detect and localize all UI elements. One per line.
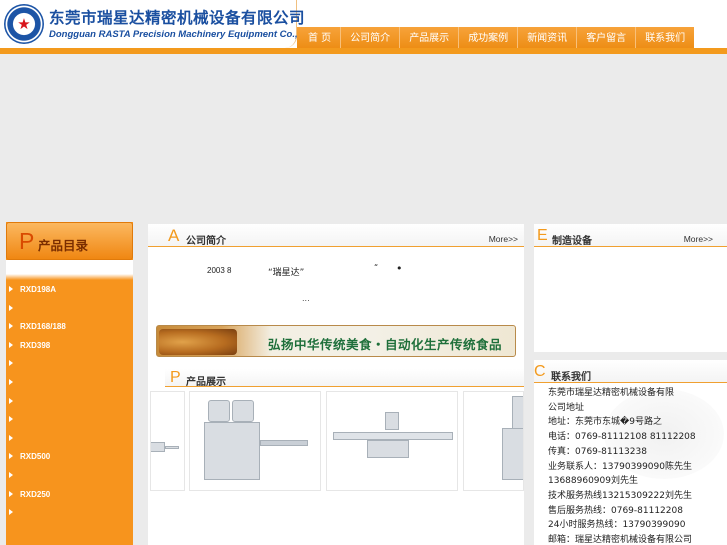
arrow-right-icon bbox=[9, 509, 13, 516]
products-initial: P bbox=[170, 369, 181, 386]
catalog-item[interactable] bbox=[6, 394, 133, 413]
contact-line: 公司地址 bbox=[548, 402, 585, 413]
right-sidebar: E 制造设备 More>> C 联系我们 东莞市瑞星达精密机械设备有限 公司地址… bbox=[534, 224, 727, 545]
about-quote-mark: “ bbox=[374, 263, 379, 272]
header: ★ 东莞市瑞星达精密机械设备有限公司 Dongguan RASTA Precis… bbox=[0, 0, 727, 52]
equipment-initial: E bbox=[537, 227, 548, 244]
about-more-link[interactable]: More>> bbox=[489, 234, 518, 244]
arrow-right-icon bbox=[9, 453, 13, 460]
catalog-header: P 产品目录 bbox=[6, 222, 133, 260]
arrow-right-icon bbox=[9, 323, 13, 330]
machine-image bbox=[151, 442, 165, 452]
slogan-banner[interactable]: 弘扬中华传统美食・自动化生产传统食品 bbox=[156, 325, 516, 357]
product-catalog-sidebar: P 产品目录 RXD198A RXD168/188 RXD398 RXD500 … bbox=[6, 222, 133, 545]
contact-section-header: C 联系我们 bbox=[534, 360, 727, 383]
contact-line: 东莞市瑞星达精密机械设备有限 bbox=[548, 388, 675, 398]
star-emblem-icon: ★ bbox=[4, 4, 44, 44]
arrow-right-icon bbox=[9, 471, 13, 478]
contact-info: 东莞市瑞星达精密机械设备有限 公司地址 地址：东莞市东城�9号路之 电话：076… bbox=[548, 386, 727, 545]
catalog-item[interactable] bbox=[6, 375, 133, 394]
section-spacer bbox=[534, 352, 727, 360]
catalog-item[interactable]: RXD198A bbox=[6, 282, 133, 301]
equipment-section-header: E 制造设备 More>> bbox=[534, 224, 727, 247]
arrow-right-icon bbox=[9, 416, 13, 423]
main-content: A 公司简介 More>> 2003 8 “瑞星达” “ • ... 弘扬中华传… bbox=[148, 224, 524, 545]
catalog-item[interactable] bbox=[6, 468, 133, 487]
machine-image-hopper bbox=[232, 400, 254, 422]
contact-title: 联系我们 bbox=[551, 372, 591, 383]
product-card[interactable] bbox=[189, 391, 321, 491]
catalog-item[interactable] bbox=[6, 301, 133, 320]
catalog-list: RXD198A RXD168/188 RXD398 RXD500 RXD250 bbox=[6, 282, 133, 524]
about-title: 公司简介 bbox=[186, 236, 226, 247]
contact-line: 售后服务热线：0769-81112208 bbox=[548, 505, 683, 516]
logo[interactable]: ★ 东莞市瑞星达精密机械设备有限公司 Dongguan RASTA Precis… bbox=[0, 0, 318, 48]
contact-line: 电话：0769-81112108 81112208 bbox=[548, 432, 696, 443]
catalog-initial: P bbox=[19, 228, 35, 254]
machine-image-body bbox=[367, 440, 409, 458]
contact-line: 24小时服务热线：13790399090 bbox=[548, 520, 686, 531]
products-section-header: P 产品展示 bbox=[165, 369, 524, 388]
contact-line: 传真：0769-81113238 bbox=[548, 446, 647, 457]
machine-image-body bbox=[204, 422, 260, 480]
machine-image-head bbox=[512, 396, 523, 430]
about-initial: A bbox=[168, 226, 180, 245]
about-year-text: 2003 8 bbox=[207, 266, 232, 275]
machine-image-hopper bbox=[208, 400, 230, 422]
machine-image-conveyor bbox=[260, 440, 308, 446]
catalog-spacer-fade bbox=[6, 274, 133, 280]
company-name-en: Dongguan RASTA Precision Machinery Equip… bbox=[49, 29, 318, 40]
machine-image-head bbox=[385, 412, 399, 430]
about-brand-quote: “瑞星达” bbox=[268, 268, 305, 278]
page: ★ 东莞市瑞星达精密机械设备有限公司 Dongguan RASTA Precis… bbox=[0, 0, 727, 545]
machine-image-part bbox=[165, 446, 179, 449]
product-card[interactable] bbox=[150, 391, 185, 491]
catalog-item[interactable] bbox=[6, 356, 133, 375]
company-name-cn: 东莞市瑞星达精密机械设备有限公司 bbox=[49, 9, 306, 27]
contact-line: 地址：东莞市东城�9号路之 bbox=[548, 417, 662, 428]
contact-line: 13688960909刘先生 bbox=[548, 476, 638, 487]
arrow-right-icon bbox=[9, 341, 13, 348]
contact-line: 技术服务热线13215309222刘先生 bbox=[548, 490, 692, 501]
catalog-title: 产品目录 bbox=[38, 238, 89, 253]
catalog-spacer bbox=[6, 260, 133, 274]
about-section-header: A 公司简介 More>> bbox=[148, 224, 524, 247]
about-bullet: • bbox=[396, 262, 403, 275]
catalog-item[interactable] bbox=[6, 431, 133, 450]
arrow-right-icon bbox=[9, 490, 13, 497]
catalog-item[interactable]: RXD398 bbox=[6, 338, 133, 357]
arrow-right-icon bbox=[9, 397, 13, 404]
banner-slogan: 弘扬中华传统美食・自动化生产传统食品 bbox=[268, 337, 503, 352]
machine-image-body bbox=[502, 428, 523, 480]
about-ellipsis: ... bbox=[302, 294, 310, 303]
product-showcase bbox=[150, 391, 524, 491]
machine-image-conveyor bbox=[333, 432, 453, 440]
equipment-more-link[interactable]: More>> bbox=[684, 234, 713, 244]
catalog-item[interactable]: RXD168/188 bbox=[6, 319, 133, 338]
catalog-item[interactable]: RXD250 bbox=[6, 487, 133, 506]
mooncake-image bbox=[159, 329, 237, 355]
contact-line: 邮箱：瑞星达精密机械设备有限公司 bbox=[548, 535, 693, 545]
equipment-title: 制造设备 bbox=[552, 236, 592, 247]
arrow-right-icon bbox=[9, 304, 13, 311]
contact-initial: C bbox=[534, 363, 546, 380]
product-card[interactable] bbox=[326, 391, 458, 491]
catalog-item[interactable] bbox=[6, 412, 133, 431]
arrow-right-icon bbox=[9, 360, 13, 367]
contact-line: 业务联系人：13790399090陈先生 bbox=[548, 461, 692, 472]
catalog-item[interactable]: RXD500 bbox=[6, 449, 133, 468]
arrow-right-icon bbox=[9, 286, 13, 292]
catalog-item[interactable] bbox=[6, 505, 133, 524]
products-title: 产品展示 bbox=[186, 377, 226, 388]
header-divider bbox=[0, 48, 727, 54]
arrow-right-icon bbox=[9, 378, 13, 385]
product-card[interactable] bbox=[463, 391, 524, 491]
arrow-right-icon bbox=[9, 434, 13, 441]
